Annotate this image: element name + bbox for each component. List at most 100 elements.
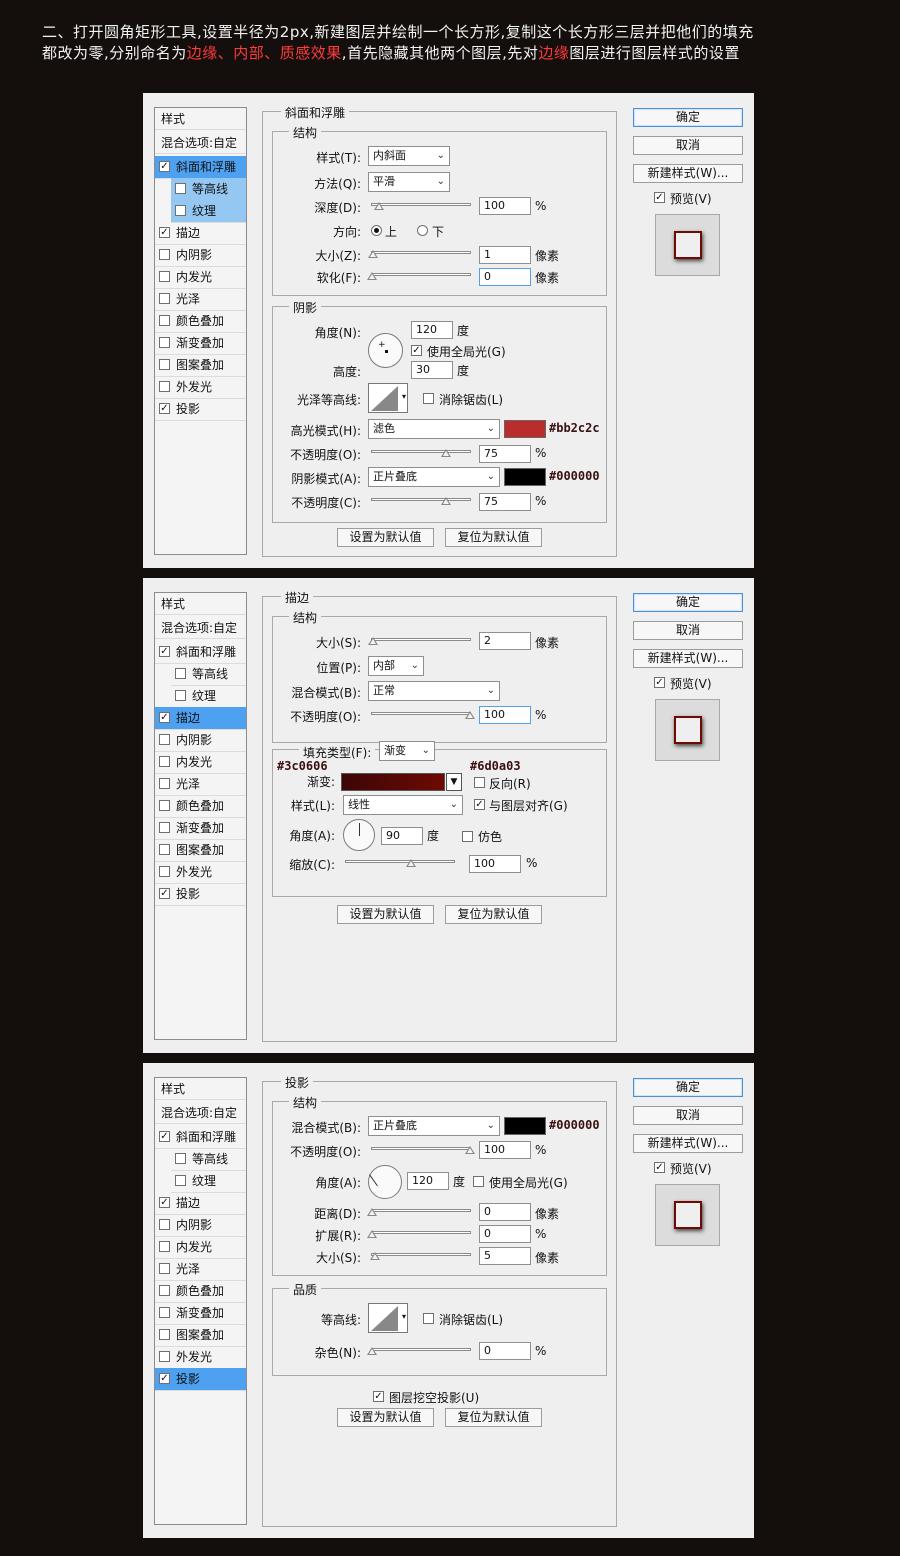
- shadow-mode-select[interactable]: 正片叠底 ⌄: [368, 467, 500, 487]
- align-layer-checkbox[interactable]: ✓: [474, 799, 485, 810]
- ok-button[interactable]: 确定: [633, 108, 743, 127]
- style-item-8[interactable]: 渐变叠加: [155, 332, 246, 355]
- angle-dial[interactable]: [343, 819, 375, 851]
- style-item-2[interactable]: 纹理: [171, 200, 246, 223]
- preview-checkbox[interactable]: ✓: [654, 677, 665, 688]
- spread-slider[interactable]: [367, 1230, 471, 1238]
- style-item-checkbox[interactable]: [159, 249, 170, 260]
- shadow-opacity-input[interactable]: 75: [479, 493, 531, 511]
- slider-thumb[interactable]: [367, 1230, 377, 1238]
- altitude-input[interactable]: 30: [411, 361, 453, 379]
- slider-thumb[interactable]: [367, 637, 378, 645]
- style-item-5[interactable]: 内发光: [155, 1236, 246, 1259]
- size-input[interactable]: 1: [479, 246, 531, 264]
- style-item-checkbox[interactable]: [175, 205, 186, 216]
- style-item-0[interactable]: ✓ 斜面和浮雕: [155, 641, 246, 664]
- style-item-0[interactable]: ✓ 斜面和浮雕: [155, 1126, 246, 1149]
- angle-input[interactable]: 90: [381, 827, 423, 845]
- scale-slider[interactable]: [345, 859, 455, 867]
- style-item-checkbox[interactable]: [159, 1285, 170, 1296]
- slider-thumb[interactable]: [367, 272, 377, 280]
- style-item-checkbox[interactable]: ✓: [159, 1131, 170, 1142]
- size-input[interactable]: 2: [479, 632, 531, 650]
- style-item-checkbox[interactable]: [159, 778, 170, 789]
- soften-input[interactable]: 0: [479, 268, 531, 286]
- style-select[interactable]: 线性 ⌄: [343, 795, 463, 815]
- style-item-4[interactable]: 内阴影: [155, 729, 246, 752]
- opacity-input[interactable]: 100: [479, 1141, 531, 1159]
- style-item-checkbox[interactable]: [175, 1175, 186, 1186]
- style-item-checkbox[interactable]: [159, 1307, 170, 1318]
- style-item-8[interactable]: 渐变叠加: [155, 817, 246, 840]
- distance-slider[interactable]: [367, 1208, 471, 1216]
- style-item-6[interactable]: 光泽: [155, 288, 246, 311]
- style-item-11[interactable]: ✓ 投影: [155, 398, 246, 421]
- style-item-11[interactable]: ✓ 投影: [155, 1368, 246, 1391]
- opacity-input[interactable]: 100: [479, 706, 531, 724]
- style-item-11[interactable]: ✓ 投影: [155, 883, 246, 906]
- style-item-7[interactable]: 颜色叠加: [155, 1280, 246, 1303]
- style-item-1[interactable]: 等高线: [171, 1148, 246, 1171]
- style-item-checkbox[interactable]: [159, 756, 170, 767]
- contour-picker[interactable]: ▾: [368, 1303, 408, 1333]
- style-item-10[interactable]: 外发光: [155, 1346, 246, 1369]
- style-item-checkbox[interactable]: [159, 293, 170, 304]
- cancel-button[interactable]: 取消: [633, 1106, 743, 1125]
- set-default-button[interactable]: 设置为默认值: [337, 1408, 434, 1427]
- style-item-3[interactable]: ✓ 描边: [155, 1192, 246, 1215]
- ok-button[interactable]: 确定: [633, 593, 743, 612]
- global-light-checkbox[interactable]: ✓: [411, 345, 422, 356]
- style-item-checkbox[interactable]: ✓: [159, 1197, 170, 1208]
- direction-down-radio[interactable]: [417, 225, 428, 236]
- dither-checkbox[interactable]: [462, 831, 473, 842]
- anti-alias-checkbox[interactable]: [423, 393, 434, 404]
- cancel-button[interactable]: 取消: [633, 136, 743, 155]
- style-item-checkbox[interactable]: [175, 183, 186, 194]
- scale-input[interactable]: 100: [469, 855, 521, 873]
- style-item-3[interactable]: ✓ 描边: [155, 222, 246, 245]
- style-item-checkbox[interactable]: ✓: [159, 646, 170, 657]
- style-item-5[interactable]: 内发光: [155, 751, 246, 774]
- set-default-button[interactable]: 设置为默认值: [337, 528, 434, 547]
- style-item-checkbox[interactable]: [159, 337, 170, 348]
- style-item-checkbox[interactable]: [159, 1351, 170, 1362]
- opacity-slider[interactable]: [371, 711, 475, 719]
- style-item-checkbox[interactable]: [159, 734, 170, 745]
- knockout-checkbox[interactable]: ✓: [373, 1391, 384, 1402]
- style-item-9[interactable]: 图案叠加: [155, 354, 246, 377]
- spread-input[interactable]: 0: [479, 1225, 531, 1243]
- style-select[interactable]: 内斜面 ⌄: [368, 146, 450, 166]
- angle-input[interactable]: 120: [411, 321, 453, 339]
- reset-default-button[interactable]: 复位为默认值: [445, 1408, 542, 1427]
- style-item-checkbox[interactable]: ✓: [159, 1373, 170, 1384]
- style-item-checkbox[interactable]: [159, 800, 170, 811]
- noise-slider[interactable]: [367, 1347, 471, 1355]
- gradient-preview[interactable]: [341, 773, 445, 791]
- global-light-checkbox[interactable]: [473, 1176, 484, 1187]
- style-item-checkbox[interactable]: [175, 668, 186, 679]
- style-item-checkbox[interactable]: [159, 315, 170, 326]
- shadow-opacity-slider[interactable]: [371, 497, 471, 505]
- blend-options-item[interactable]: 混合选项:自定: [155, 617, 246, 639]
- slider-thumb[interactable]: [367, 250, 378, 258]
- style-item-10[interactable]: 外发光: [155, 861, 246, 884]
- gloss-contour-picker[interactable]: ▾: [368, 383, 408, 413]
- position-select[interactable]: 内部 ⌄: [368, 656, 424, 676]
- style-item-1[interactable]: 等高线: [171, 663, 246, 686]
- style-item-checkbox[interactable]: [159, 1263, 170, 1274]
- angle-dial[interactable]: [368, 1165, 402, 1199]
- angle-dial[interactable]: +: [368, 333, 403, 368]
- style-item-checkbox[interactable]: [159, 844, 170, 855]
- style-item-checkbox[interactable]: [159, 1329, 170, 1340]
- slider-thumb[interactable]: [373, 202, 384, 210]
- style-item-checkbox[interactable]: [159, 381, 170, 392]
- highlight-opacity-slider[interactable]: [371, 449, 471, 457]
- reverse-checkbox[interactable]: [474, 777, 485, 788]
- style-item-checkbox[interactable]: [159, 359, 170, 370]
- distance-input[interactable]: 0: [479, 1203, 531, 1221]
- style-item-9[interactable]: 图案叠加: [155, 1324, 246, 1347]
- style-item-checkbox[interactable]: [175, 690, 186, 701]
- style-item-1[interactable]: 等高线: [171, 178, 246, 201]
- reset-default-button[interactable]: 复位为默认值: [445, 528, 542, 547]
- blend-mode-select[interactable]: 正常 ⌄: [368, 681, 500, 701]
